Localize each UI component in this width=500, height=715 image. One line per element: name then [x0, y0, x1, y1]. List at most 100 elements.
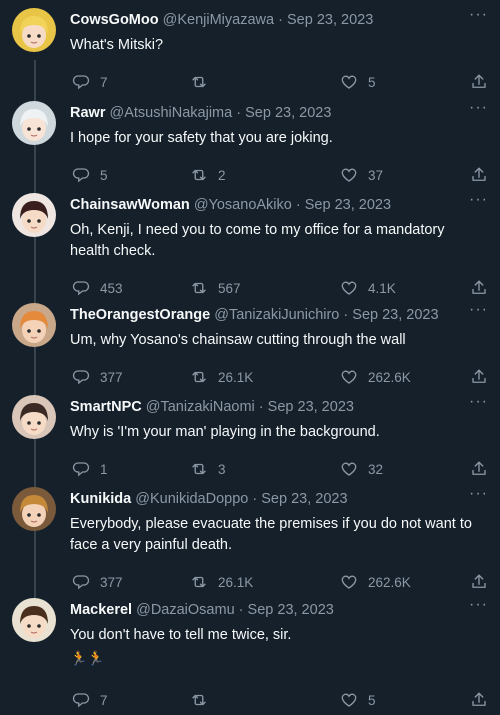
more-icon[interactable]: ···: [469, 7, 488, 23]
share-button[interactable]: [470, 460, 488, 478]
like-button[interactable]: 32: [340, 460, 383, 478]
user-handle[interactable]: @TanizakiNaomi: [146, 399, 255, 415]
user-handle[interactable]: @AtsushiNakajima: [110, 105, 233, 121]
retweet-button[interactable]: 26.1K: [190, 573, 253, 591]
display-name[interactable]: Mackerel: [70, 602, 132, 618]
reply-button[interactable]: 7: [72, 691, 108, 709]
tweet-actions: 453 567 4.1K: [70, 279, 488, 299]
tweet-date[interactable]: Sep 23, 2023: [305, 197, 391, 213]
avatar[interactable]: [12, 487, 56, 531]
retweet-icon: [190, 368, 208, 386]
share-button[interactable]: [470, 691, 488, 709]
display-name[interactable]: ChainsawWoman: [70, 197, 190, 213]
tweet-date[interactable]: Sep 23, 2023: [248, 602, 334, 618]
display-name[interactable]: Kunikida: [70, 491, 131, 507]
more-icon[interactable]: ···: [469, 100, 488, 116]
separator-dot: ·: [252, 491, 258, 507]
user-handle[interactable]: @KunikidaDoppo: [135, 491, 248, 507]
avatar[interactable]: [12, 193, 56, 237]
share-button[interactable]: [470, 73, 488, 91]
retweet-icon: [190, 166, 208, 184]
like-button[interactable]: 5: [340, 691, 376, 709]
display-name[interactable]: SmartNPC: [70, 399, 142, 415]
share-button[interactable]: [470, 279, 488, 297]
tweet-actions: 7 5: [70, 73, 488, 93]
avatar[interactable]: [12, 101, 56, 145]
tweet-date[interactable]: Sep 23, 2023: [352, 307, 438, 323]
tweet[interactable]: Rawr @AtsushiNakajima · Sep 23, 2023 ···…: [0, 100, 500, 190]
tweet[interactable]: Kunikida @KunikidaDoppo · Sep 23, 2023 ·…: [0, 486, 500, 597]
reply-icon: [72, 166, 90, 184]
separator-dot: ·: [236, 105, 242, 121]
retweet-count: 3: [218, 461, 226, 477]
reply-count: 1: [100, 461, 108, 477]
avatar[interactable]: [12, 303, 56, 347]
heart-icon: [340, 691, 358, 709]
like-count: 5: [368, 74, 376, 90]
retweet-icon: [190, 691, 208, 709]
like-button[interactable]: 37: [340, 166, 383, 184]
retweet-count: 567: [218, 280, 241, 296]
reply-button[interactable]: 1: [72, 460, 108, 478]
retweet-button[interactable]: 26.1K: [190, 368, 253, 386]
avatar[interactable]: [12, 598, 56, 642]
retweet-button[interactable]: 567: [190, 279, 241, 297]
reply-button[interactable]: 5: [72, 166, 108, 184]
reply-button[interactable]: 377: [72, 368, 123, 386]
share-icon: [470, 368, 488, 386]
share-icon: [470, 460, 488, 478]
reply-count: 5: [100, 167, 108, 183]
more-icon[interactable]: ···: [469, 302, 488, 318]
heart-icon: [340, 73, 358, 91]
tweet[interactable]: ChainsawWoman @YosanoAkiko · Sep 23, 202…: [0, 192, 500, 303]
tweet-date[interactable]: Sep 23, 2023: [245, 105, 331, 121]
more-icon[interactable]: ···: [469, 486, 488, 502]
tweet[interactable]: CowsGoMoo @KenjiMiyazawa · Sep 23, 2023 …: [0, 7, 500, 97]
share-button[interactable]: [470, 368, 488, 386]
reply-count: 377: [100, 369, 123, 385]
more-icon[interactable]: ···: [469, 597, 488, 613]
like-count: 32: [368, 461, 384, 477]
tweet-actions: 377 26.1K 262.6K: [70, 573, 488, 593]
share-button[interactable]: [470, 573, 488, 591]
user-handle[interactable]: @KenjiMiyazawa: [163, 12, 274, 28]
like-button[interactable]: 4.1K: [340, 279, 396, 297]
tweet-date[interactable]: Sep 23, 2023: [287, 12, 373, 28]
reply-button[interactable]: 453: [72, 279, 123, 297]
tweet-header: TheOrangestOrange @TanizakiJunichiro · S…: [70, 306, 470, 324]
avatar[interactable]: [12, 8, 56, 52]
more-icon[interactable]: ···: [469, 394, 488, 410]
share-button[interactable]: [470, 166, 488, 184]
tweet[interactable]: TheOrangestOrange @TanizakiJunichiro · S…: [0, 302, 500, 392]
display-name[interactable]: Rawr: [70, 105, 105, 121]
tweet-date[interactable]: Sep 23, 2023: [268, 399, 354, 415]
retweet-button[interactable]: 2: [190, 166, 226, 184]
separator-dot: ·: [295, 197, 301, 213]
reply-count: 7: [100, 692, 108, 708]
share-icon: [470, 691, 488, 709]
reply-button[interactable]: 7: [72, 73, 108, 91]
like-button[interactable]: 262.6K: [340, 573, 411, 591]
user-handle[interactable]: @DazaiOsamu: [136, 602, 235, 618]
tweet[interactable]: SmartNPC @TanizakiNaomi · Sep 23, 2023 ·…: [0, 394, 500, 484]
like-count: 4.1K: [368, 280, 396, 296]
user-handle[interactable]: @TanizakiJunichiro: [214, 307, 339, 323]
user-handle[interactable]: @YosanoAkiko: [194, 197, 292, 213]
reply-count: 7: [100, 74, 108, 90]
display-name[interactable]: CowsGoMoo: [70, 12, 159, 28]
like-button[interactable]: 5: [340, 73, 376, 91]
more-icon[interactable]: ···: [469, 192, 488, 208]
retweet-icon: [190, 73, 208, 91]
avatar[interactable]: [12, 395, 56, 439]
retweet-button[interactable]: [190, 73, 218, 91]
reply-button[interactable]: 377: [72, 573, 123, 591]
retweet-button[interactable]: 3: [190, 460, 226, 478]
heart-icon: [340, 166, 358, 184]
like-button[interactable]: 262.6K: [340, 368, 411, 386]
tweet[interactable]: Mackerel @DazaiOsamu · Sep 23, 2023 ··· …: [0, 597, 500, 715]
retweet-button[interactable]: [190, 691, 218, 709]
display-name[interactable]: TheOrangestOrange: [70, 307, 210, 323]
tweet-text: Oh, Kenji, I need you to come to my offi…: [70, 222, 445, 259]
tweet-actions: 1 3 32: [70, 460, 488, 480]
tweet-date[interactable]: Sep 23, 2023: [261, 491, 347, 507]
